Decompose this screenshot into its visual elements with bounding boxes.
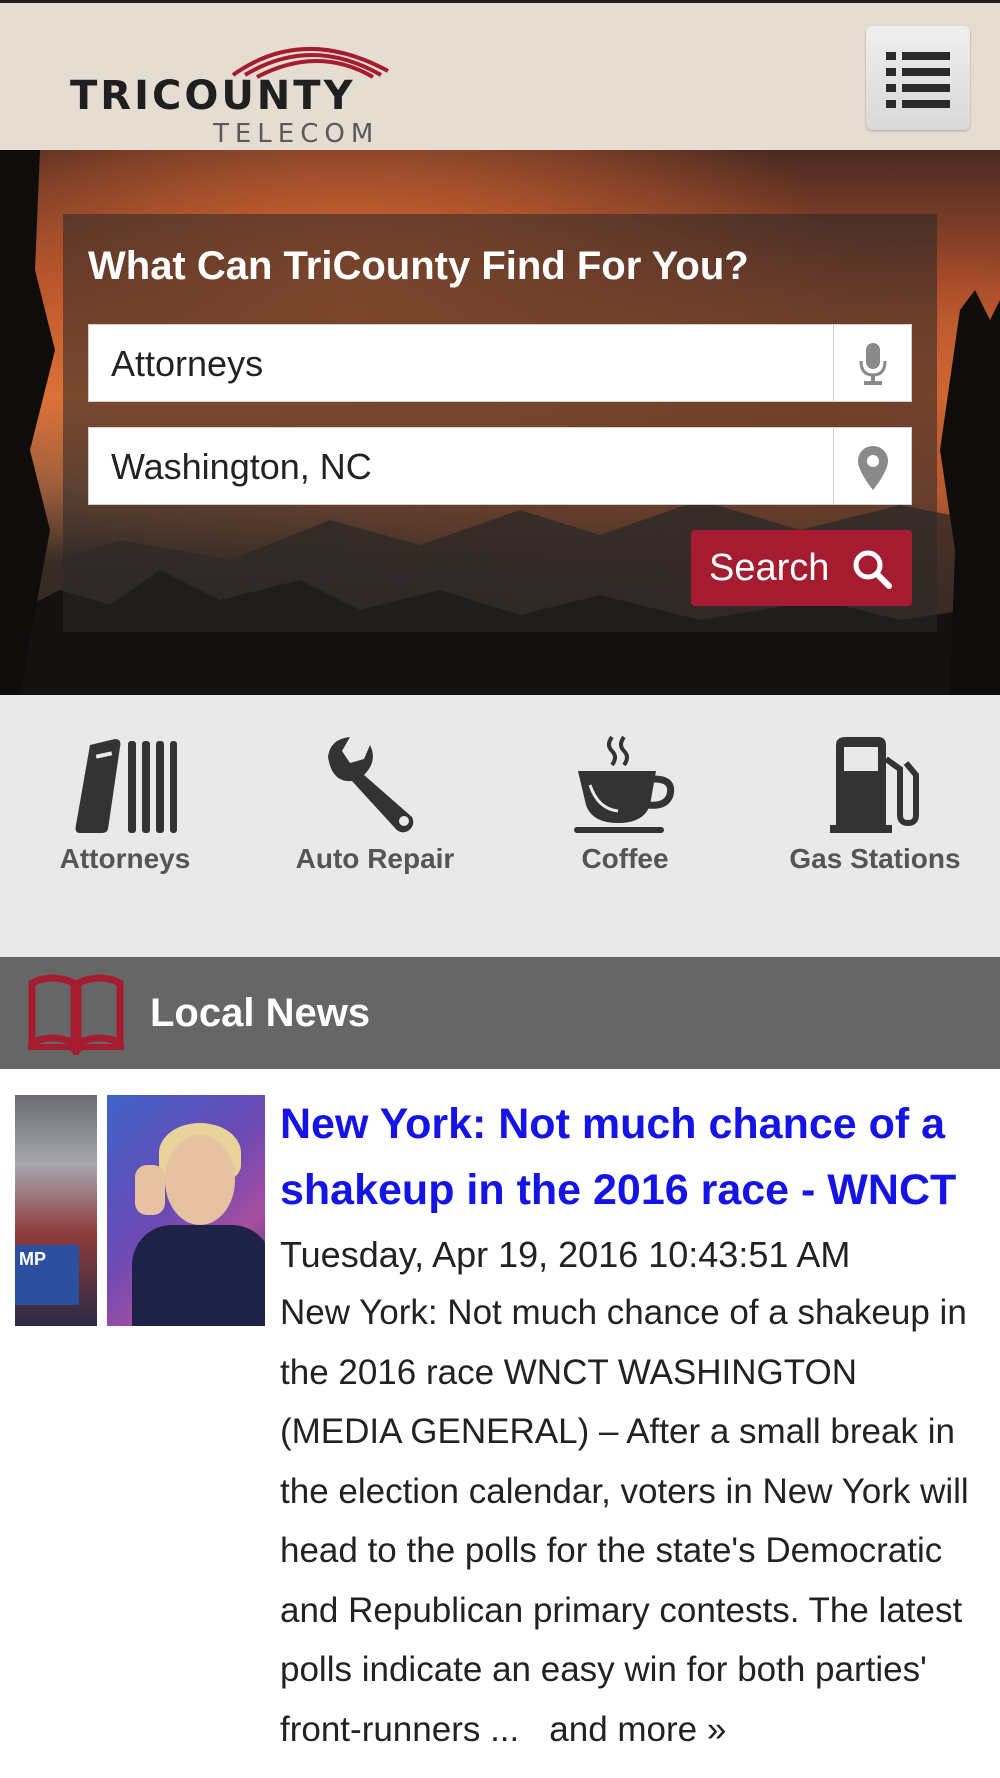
news-summary-text: New York: Not much chance of a shakeup i… bbox=[280, 1293, 969, 1749]
local-news-title: Local News bbox=[150, 991, 371, 1035]
thumbnail-sign-text: MP bbox=[15, 1245, 79, 1305]
category-label: Coffee bbox=[581, 843, 669, 874]
category-attorneys[interactable]: Attorneys bbox=[25, 735, 225, 875]
voice-search-button[interactable] bbox=[833, 325, 911, 401]
search-panel: What Can TriCounty Find For You? Attorne… bbox=[63, 214, 937, 632]
gas-pump-icon bbox=[830, 737, 919, 833]
logo-text-main: TRICOUNTY bbox=[70, 73, 356, 119]
search-button-label: Search bbox=[709, 547, 830, 589]
what-search-field[interactable]: Attorneys bbox=[88, 324, 912, 402]
law-books-icon bbox=[75, 739, 177, 833]
what-search-input[interactable]: Attorneys bbox=[111, 343, 263, 385]
news-date: Tuesday, Apr 19, 2016 10:43:51 AM bbox=[280, 1234, 851, 1275]
news-thumbnail-crowd[interactable]: MP bbox=[15, 1095, 97, 1326]
category-auto-repair[interactable]: Auto Repair bbox=[275, 735, 475, 875]
news-headline-link[interactable]: New York: Not much chance of a shakeup i… bbox=[280, 1091, 985, 1223]
news-thumbnail-candidate[interactable] bbox=[107, 1095, 265, 1326]
where-search-field[interactable]: Washington, NC bbox=[88, 427, 912, 505]
category-shortcuts: Attorneys Auto Repair Coffee Gas Station… bbox=[0, 695, 1000, 957]
logo-text-sub: TELECOM bbox=[213, 119, 380, 149]
category-label: Attorneys bbox=[59, 843, 191, 874]
coffee-cup-icon bbox=[574, 735, 675, 833]
hamburger-menu-icon bbox=[886, 52, 950, 108]
where-search-input[interactable]: Washington, NC bbox=[111, 446, 372, 488]
news-article[interactable]: MP New York: Not much chance of a shakeu… bbox=[0, 1069, 1000, 1778]
news-summary: New York: Not much chance of a shakeup i… bbox=[280, 1283, 985, 1759]
and-more-link[interactable]: and more » bbox=[549, 1710, 726, 1749]
use-location-button[interactable] bbox=[833, 428, 911, 504]
local-news-header: Local News bbox=[0, 957, 1000, 1069]
hero-banner: What Can TriCounty Find For You? Attorne… bbox=[0, 150, 1000, 695]
map-pin-icon bbox=[858, 446, 888, 490]
menu-button[interactable] bbox=[866, 26, 970, 130]
tricounty-logo[interactable]: TRICOUNTY TELECOM bbox=[68, 29, 418, 149]
category-gas-stations[interactable]: Gas Stations bbox=[775, 735, 975, 875]
magnifier-icon bbox=[853, 550, 892, 589]
search-button[interactable]: Search bbox=[691, 530, 912, 606]
search-title: What Can TriCounty Find For You? bbox=[88, 244, 749, 288]
category-label: Gas Stations bbox=[789, 843, 961, 874]
app-header: TRICOUNTY TELECOM bbox=[0, 0, 1000, 150]
category-coffee[interactable]: Coffee bbox=[525, 735, 725, 875]
wrench-icon bbox=[328, 737, 414, 833]
microphone-icon bbox=[859, 343, 887, 385]
category-label: Auto Repair bbox=[295, 843, 455, 874]
open-book-icon bbox=[28, 974, 124, 1055]
news-article-body: New York: Not much chance of a shakeup i… bbox=[280, 1091, 985, 1759]
